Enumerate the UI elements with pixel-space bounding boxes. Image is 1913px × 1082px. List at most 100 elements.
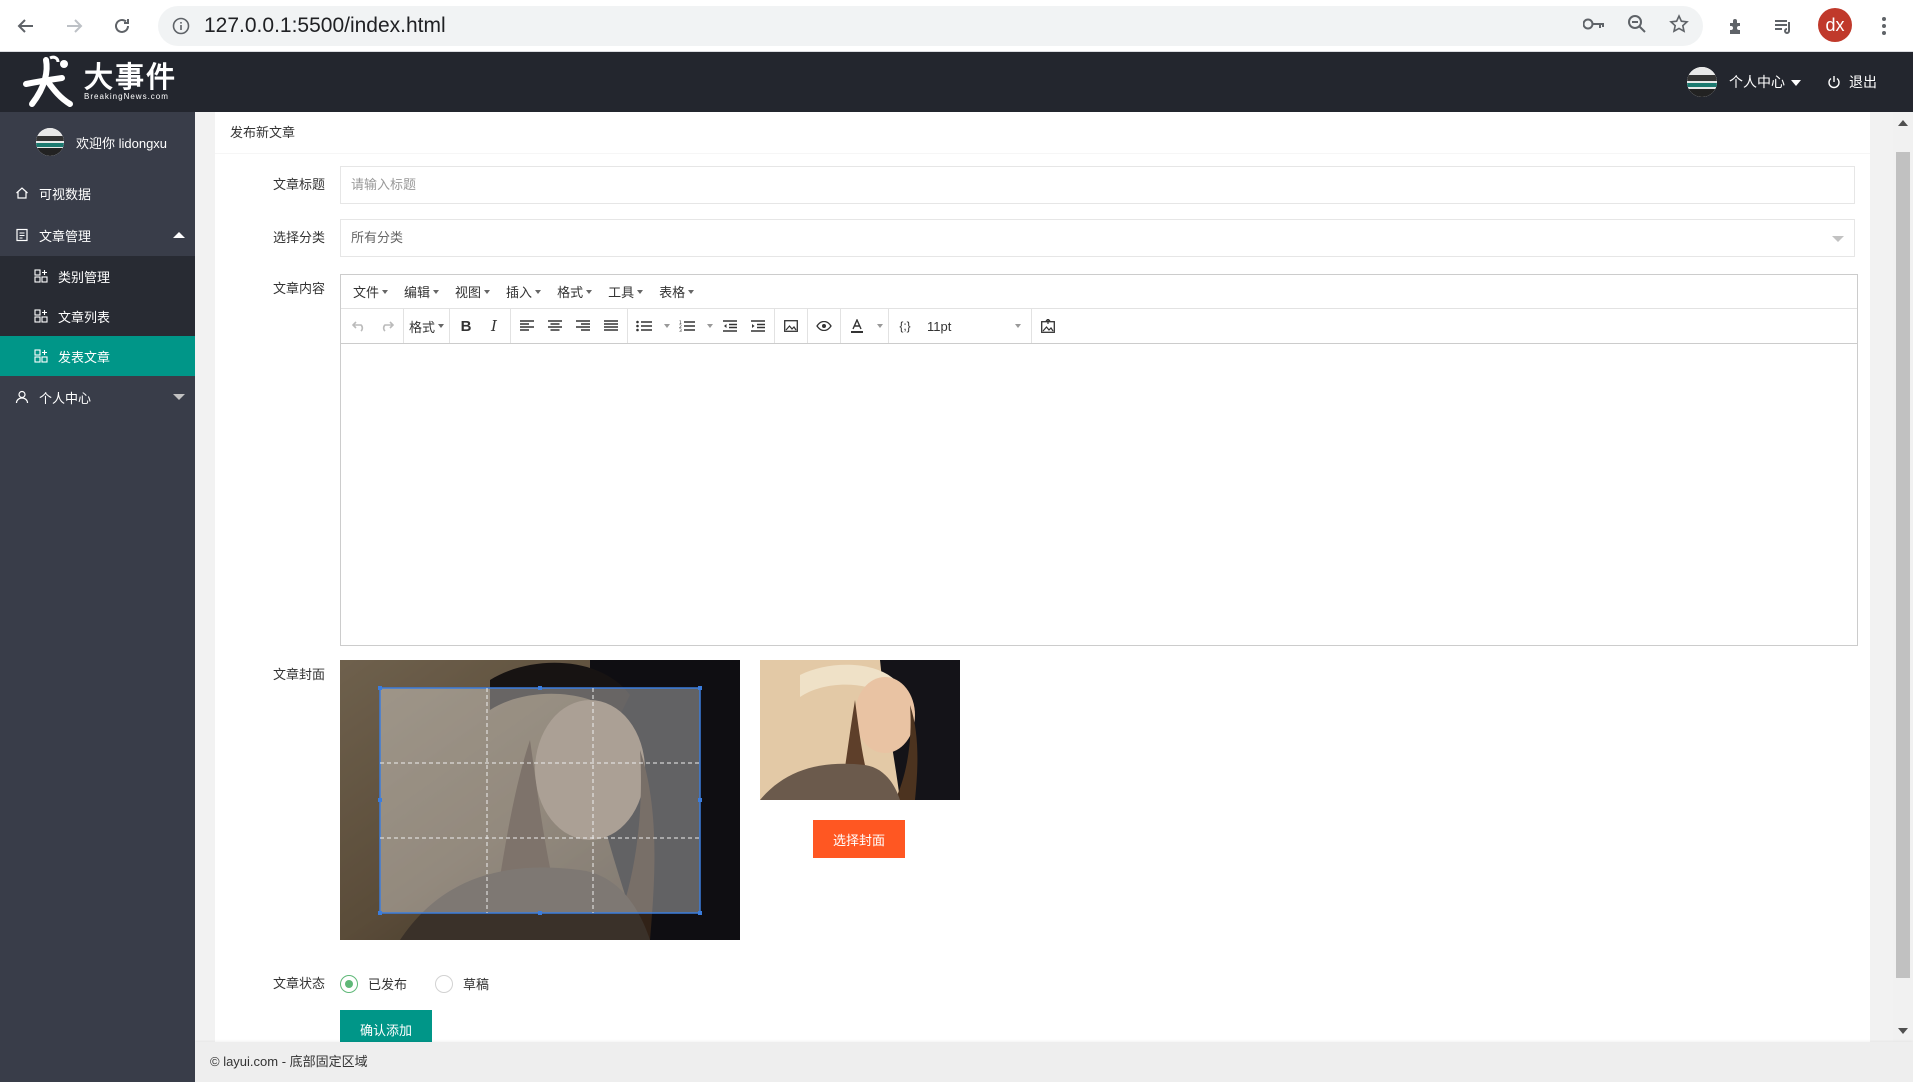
main-content: 发布新文章 文章标题 请输入标题 选择分类 所有分类 文章内容 文件 编辑 视图…: [195, 112, 1893, 1048]
numbered-list-caret-icon[interactable]: [701, 313, 716, 339]
title-input[interactable]: 请输入标题: [340, 166, 1855, 204]
editor-body[interactable]: [341, 344, 1857, 644]
undo-icon[interactable]: [345, 313, 373, 339]
address-bar[interactable]: 127.0.0.1:5500/index.html: [158, 6, 1703, 46]
radio-checked-icon: [340, 974, 358, 993]
font-size-select[interactable]: 11pt: [919, 313, 1029, 339]
grid-icon: [34, 269, 48, 283]
url-text[interactable]: 127.0.0.1:5500/index.html: [204, 14, 446, 38]
form-row-status: 文章状态 已发布 草稿: [215, 974, 1870, 1004]
form-row-category: 选择分类 所有分类: [215, 219, 1870, 257]
bold-icon[interactable]: B: [452, 313, 480, 339]
header-avatar[interactable]: [1687, 67, 1717, 97]
scroll-up-icon[interactable]: [1898, 120, 1908, 126]
forward-icon[interactable]: [56, 8, 92, 44]
form-row-content: 文章内容 文件 编辑 视图 插入 格式 工具 表格 格式 B I 1 2 3 {…: [215, 274, 1870, 646]
indent-icon[interactable]: [744, 313, 772, 339]
logo: 大事件 BreakingNews.com: [20, 54, 177, 110]
chevron-up-icon: [173, 232, 185, 238]
more-menu-icon[interactable]: [1866, 8, 1902, 44]
align-center-icon[interactable]: [541, 313, 569, 339]
user-center-link[interactable]: 个人中心: [1729, 72, 1801, 92]
redo-icon[interactable]: [373, 313, 401, 339]
text-color-icon[interactable]: [843, 313, 871, 339]
scrollbar-thumb[interactable]: [1896, 152, 1910, 978]
category-select[interactable]: 所有分类: [340, 219, 1855, 257]
status-label: 文章状态: [272, 976, 325, 991]
sidebar-item-dashboard[interactable]: 可视数据: [0, 172, 195, 214]
status-radio-draft[interactable]: 草稿: [435, 974, 489, 993]
align-right-icon[interactable]: [569, 313, 597, 339]
choose-cover-button[interactable]: 选择封面: [813, 820, 905, 858]
scroll-down-icon[interactable]: [1898, 1028, 1908, 1034]
cover-cropper[interactable]: [340, 660, 740, 940]
code-sample-icon[interactable]: {;}: [891, 313, 919, 339]
form-row-title: 文章标题 请输入标题: [215, 166, 1870, 204]
form-row-cover: 文章封面 选择封面: [215, 660, 1870, 940]
publish-card: 发布新文章 文章标题 请输入标题 选择分类 所有分类 文章内容 文件 编辑 视图…: [215, 112, 1870, 1048]
align-justify-icon[interactable]: [597, 313, 625, 339]
outdent-icon[interactable]: [716, 313, 744, 339]
numbered-list-icon[interactable]: 123: [673, 313, 701, 339]
image-icon[interactable]: [777, 313, 805, 339]
preview-eye-icon[interactable]: [810, 313, 838, 339]
text-color-caret-icon[interactable]: [871, 313, 886, 339]
key-icon[interactable]: [1582, 17, 1605, 36]
sidebar-item-publish-article[interactable]: 发表文章: [0, 336, 195, 376]
content-label: 文章内容: [272, 281, 325, 296]
browser-toolbar: 127.0.0.1:5500/index.html dx: [0, 0, 1913, 52]
home-icon: [15, 186, 29, 200]
reading-list-icon[interactable]: [1765, 8, 1801, 44]
svg-text:3: 3: [679, 328, 682, 332]
info-icon[interactable]: [158, 17, 204, 35]
extensions-icon[interactable]: [1719, 8, 1755, 44]
article-submenu: 类别管理 文章列表 发表文章: [0, 256, 195, 376]
select-arrow-icon: [1832, 236, 1844, 242]
menu-view[interactable]: 视图: [455, 282, 491, 301]
upload-image-icon[interactable]: [1034, 313, 1062, 339]
radio-unchecked-icon: [435, 974, 453, 993]
editor-toolbar: 格式 B I 123 {;} 11pt: [341, 309, 1857, 344]
sidebar-item-article-management[interactable]: 文章管理: [0, 214, 195, 256]
bullet-list-caret-icon[interactable]: [658, 313, 673, 339]
menu-format[interactable]: 格式: [557, 282, 593, 301]
sidebar-item-category-management[interactable]: 类别管理: [0, 256, 195, 296]
sidebar-item-user-center[interactable]: 个人中心: [0, 376, 195, 418]
sidebar: 欢迎你 lidongxu 可视数据 文章管理 类别管理 文章列表 发表文章 个人…: [0, 112, 195, 1082]
logo-mark-icon: [20, 54, 78, 110]
grid-icon: [34, 349, 48, 363]
status-radio-published[interactable]: 已发布: [340, 974, 407, 993]
cover-preview: [760, 660, 960, 800]
card-title: 发布新文章: [215, 112, 1870, 154]
cover-label: 文章封面: [272, 667, 325, 682]
align-left-icon[interactable]: [513, 313, 541, 339]
logo-subtitle: BreakingNews.com: [84, 92, 169, 101]
profile-avatar[interactable]: dx: [1818, 8, 1852, 42]
menu-file[interactable]: 文件: [353, 282, 389, 301]
menu-tools[interactable]: 工具: [608, 282, 644, 301]
logout-link[interactable]: 退出: [1827, 72, 1877, 92]
italic-icon[interactable]: I: [480, 313, 508, 339]
format-dropdown[interactable]: 格式: [406, 313, 447, 339]
chevron-down-icon: [173, 394, 185, 400]
avatar: [36, 128, 64, 156]
rich-text-editor: 文件 编辑 视图 插入 格式 工具 表格 格式 B I 1 2 3 {;} 11…: [340, 274, 1858, 646]
zoom-icon[interactable]: [1627, 14, 1647, 39]
category-label: 选择分类: [272, 230, 325, 245]
star-icon[interactable]: [1669, 13, 1689, 39]
bullet-list-icon[interactable]: [630, 313, 658, 339]
menu-edit[interactable]: 编辑: [404, 282, 440, 301]
sidebar-user: 欢迎你 lidongxu: [0, 112, 195, 172]
menu-table[interactable]: 表格: [659, 282, 695, 301]
grid-icon: [34, 309, 48, 323]
back-icon[interactable]: [8, 8, 44, 44]
sidebar-item-article-list[interactable]: 文章列表: [0, 296, 195, 336]
chevron-down-icon: [1791, 80, 1801, 87]
page-scrollbar[interactable]: [1893, 112, 1913, 1042]
welcome-text: 欢迎你 lidongxu: [76, 135, 168, 151]
menu-insert[interactable]: 插入: [506, 282, 542, 301]
reload-icon[interactable]: [104, 8, 140, 44]
title-label: 文章标题: [272, 177, 325, 192]
article-icon: [15, 228, 29, 242]
app-header: 大事件 BreakingNews.com 个人中心 退出: [0, 52, 1913, 112]
